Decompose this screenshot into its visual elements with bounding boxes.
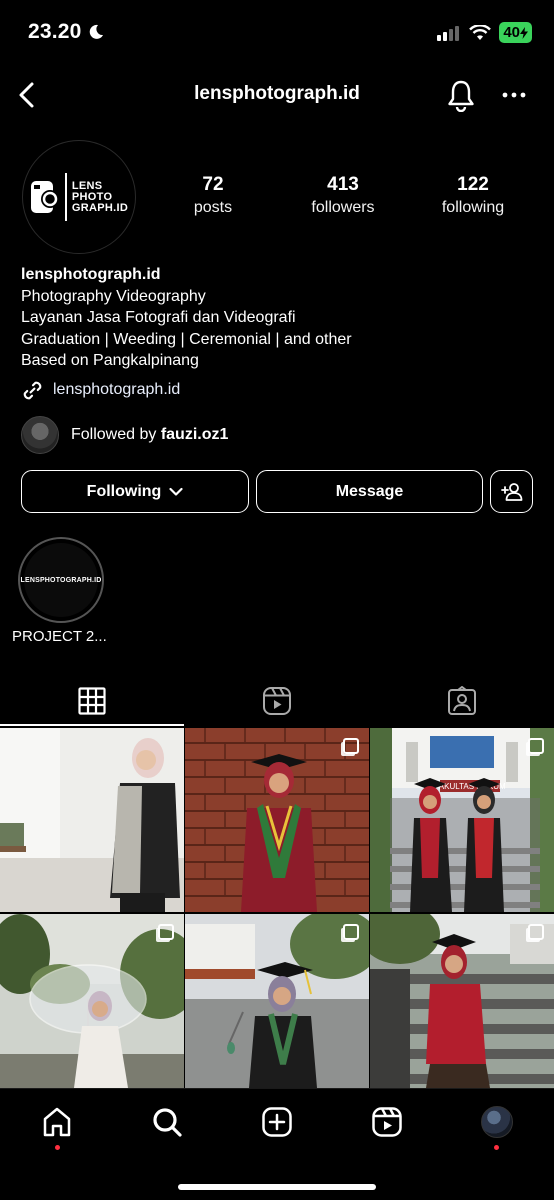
message-button[interactable]: Message [256,470,483,513]
following-button[interactable]: Following [21,470,249,513]
followers-count: 413 [327,174,359,195]
following-stat[interactable]: 122 following [420,174,526,217]
camera-logo-icon [30,181,59,213]
multiple-photos-icon [528,924,544,940]
highlight-label: PROJECT 2... [12,628,107,645]
multiple-photos-icon [158,924,174,940]
post-photo [0,914,184,1088]
chevron-down-icon [169,487,183,496]
bio-line: Photography Videography [21,287,206,305]
post-thumbnail[interactable] [370,914,554,1098]
bio-line: Based on Pangkalpinang [21,352,199,369]
followed-by-text: Followed by fauzi.oz1 [71,426,228,444]
tab-home[interactable] [40,1105,74,1139]
following-label: following [441,199,505,216]
status-time: 23.20 [28,20,104,44]
multiple-photos-icon [343,738,359,754]
post-thumbnail[interactable] [185,914,369,1098]
tab-profile[interactable] [480,1105,514,1139]
followed-by[interactable]: Followed by fauzi.oz1 [21,416,228,454]
battery-icon: 40 [499,22,532,43]
followed-by-prefix: Followed by [71,426,161,443]
post-thumbnail[interactable]: FAKULTAS HUKUM [370,728,554,912]
profile-name: lensphotograph.id [21,266,161,283]
moon-icon [89,24,103,39]
follower-avatar [21,416,59,454]
tab-reels[interactable] [185,676,369,726]
posts-stat[interactable]: 72 posts [160,174,266,217]
post-photo [185,914,369,1088]
followers-label: followers [311,199,375,216]
bio-line: Layanan Jasa Fotografi dan Videografi [21,309,296,326]
post-photo [370,914,554,1088]
home-notification-dot [55,1145,60,1150]
logo-line-1: LENS [71,179,103,192]
logo-line-3: GRAPH.ID [71,201,129,214]
profile-tabs [0,676,554,726]
status-bar: 23.20 40 [0,0,554,66]
following-button-label: Following [86,482,162,500]
wifi-icon [469,24,492,40]
tab-reels-nav[interactable] [370,1105,404,1139]
reels-icon [263,687,291,715]
reels-icon [372,1107,402,1137]
logo-text: LENS PHOTO GRAPH.ID [71,179,129,214]
tab-create[interactable] [260,1105,294,1139]
followers-stat[interactable]: 413 followers [290,174,396,217]
following-count: 122 [457,174,489,195]
link-icon [23,381,42,399]
status-icons: 40 [437,22,532,43]
home-icon [43,1107,71,1137]
more-options-button[interactable] [502,83,526,112]
profile-actions: Following Message [21,470,533,513]
multiple-photos-icon [528,738,544,754]
post-thumbnail[interactable] [185,728,369,912]
tab-tagged[interactable] [370,676,554,726]
search-icon [153,1108,182,1137]
post-photo: FAKULTAS HUKUM [370,728,554,912]
brand-logo: LENS PHOTO GRAPH.ID [30,173,128,221]
highlight-cover: LENSPHOTOGRAPH.ID [20,543,101,617]
top-nav: lensphotograph.id [0,70,554,120]
logo-line-2: PHOTO [71,190,113,203]
post-thumbnail[interactable] [0,914,184,1098]
posts-label: posts [193,199,233,216]
clock-text: 23.20 [28,20,82,43]
post-photo [185,728,369,912]
profile-avatar-small [481,1106,513,1138]
notifications-button[interactable] [446,78,476,117]
posts-count: 72 [202,174,224,195]
charging-icon [520,26,528,39]
suggested-users-button[interactable] [490,470,533,513]
tab-search[interactable] [150,1105,184,1139]
more-dots-icon [502,92,526,98]
posts-grid: FAKULTAS HUKUM [0,728,554,1088]
profile-link[interactable]: lensphotograph.id [21,379,541,402]
story-highlight[interactable]: LENSPHOTOGRAPH.ID [18,537,104,623]
battery-level: 40 [503,24,520,41]
logo-divider [64,173,67,221]
bell-icon [448,80,474,113]
home-indicator [178,1184,376,1190]
add-user-icon [500,482,522,501]
profile-bio: lensphotograph.id Photography Videograph… [21,264,541,402]
post-thumbnail[interactable] [0,728,184,912]
active-tab-indicator [0,724,184,726]
highlight-cover-text: LENSPHOTOGRAPH.ID [20,576,102,584]
profile-notification-dot [494,1145,499,1150]
post-photo [0,728,184,912]
grid-icon [78,687,106,715]
tab-posts[interactable] [0,676,184,726]
tagged-icon [448,686,476,715]
bio-line: Graduation | Weeding | Ceremonial | and … [21,330,352,348]
signal-icon [437,25,460,41]
multiple-photos-icon [343,924,359,940]
create-icon [262,1107,292,1137]
message-button-label: Message [335,482,404,500]
profile-avatar[interactable]: LENS PHOTO GRAPH.ID [22,140,136,254]
followed-by-user: fauzi.oz1 [160,426,229,443]
profile-link-text: lensphotograph.id [53,381,181,399]
